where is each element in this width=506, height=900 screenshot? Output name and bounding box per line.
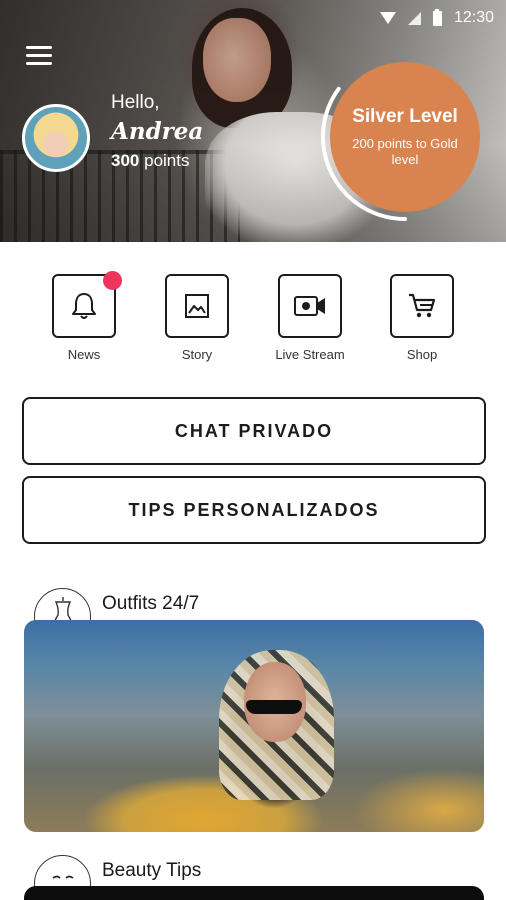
- status-bar: 12:30: [379, 6, 494, 30]
- level-subtitle: 200 points to Gold level: [352, 136, 458, 167]
- card-photo-sunglasses: [246, 700, 302, 714]
- greeting-block: Hello, Andrea 300 points: [111, 92, 203, 171]
- avatar[interactable]: [22, 104, 90, 172]
- profile-header: 12:30 Hello, Andrea 300 points Silver Le…: [0, 0, 506, 242]
- section-title: Beauty Tips: [102, 859, 202, 881]
- action-label: News: [67, 347, 101, 362]
- signal-icon: [407, 11, 421, 25]
- action-live-stream[interactable]: Live Stream: [255, 274, 365, 362]
- action-label: Story: [181, 347, 213, 362]
- level-title: Silver Level: [352, 106, 458, 127]
- bell-icon: [72, 293, 96, 319]
- image-icon: [185, 294, 209, 318]
- section-title: Outfits 24/7: [102, 592, 200, 614]
- action-story[interactable]: Story: [142, 274, 252, 362]
- battery-icon: [432, 8, 442, 26]
- user-points: 300 points: [111, 151, 203, 171]
- video-camera-icon: [294, 296, 325, 316]
- wifi-icon: [379, 12, 396, 24]
- quick-actions: News Story Live Stream Shop: [0, 271, 506, 374]
- shopping-cart-icon: [409, 293, 436, 318]
- greeting-text: Hello,: [111, 92, 160, 113]
- action-news[interactable]: News: [29, 271, 139, 362]
- chat-privado-button[interactable]: CHAT PRIVADO: [22, 397, 486, 465]
- beauty-tips-card-image[interactable]: [24, 886, 484, 900]
- action-label: Live Stream: [275, 347, 345, 362]
- action-shop[interactable]: Shop: [367, 274, 477, 362]
- points-value: 300: [111, 151, 140, 170]
- points-suffix: points: [144, 151, 190, 170]
- action-label: Shop: [406, 347, 438, 362]
- user-name: Andrea: [111, 118, 204, 145]
- outfits-card-image[interactable]: [24, 620, 484, 832]
- notification-dot: [103, 271, 122, 290]
- hamburger-menu-icon[interactable]: [26, 46, 52, 66]
- status-time: 12:30: [453, 9, 494, 26]
- tips-personalizados-button[interactable]: TIPS PERSONALIZADOS: [22, 476, 486, 544]
- level-badge[interactable]: Silver Level 200 points to Gold level: [330, 62, 480, 212]
